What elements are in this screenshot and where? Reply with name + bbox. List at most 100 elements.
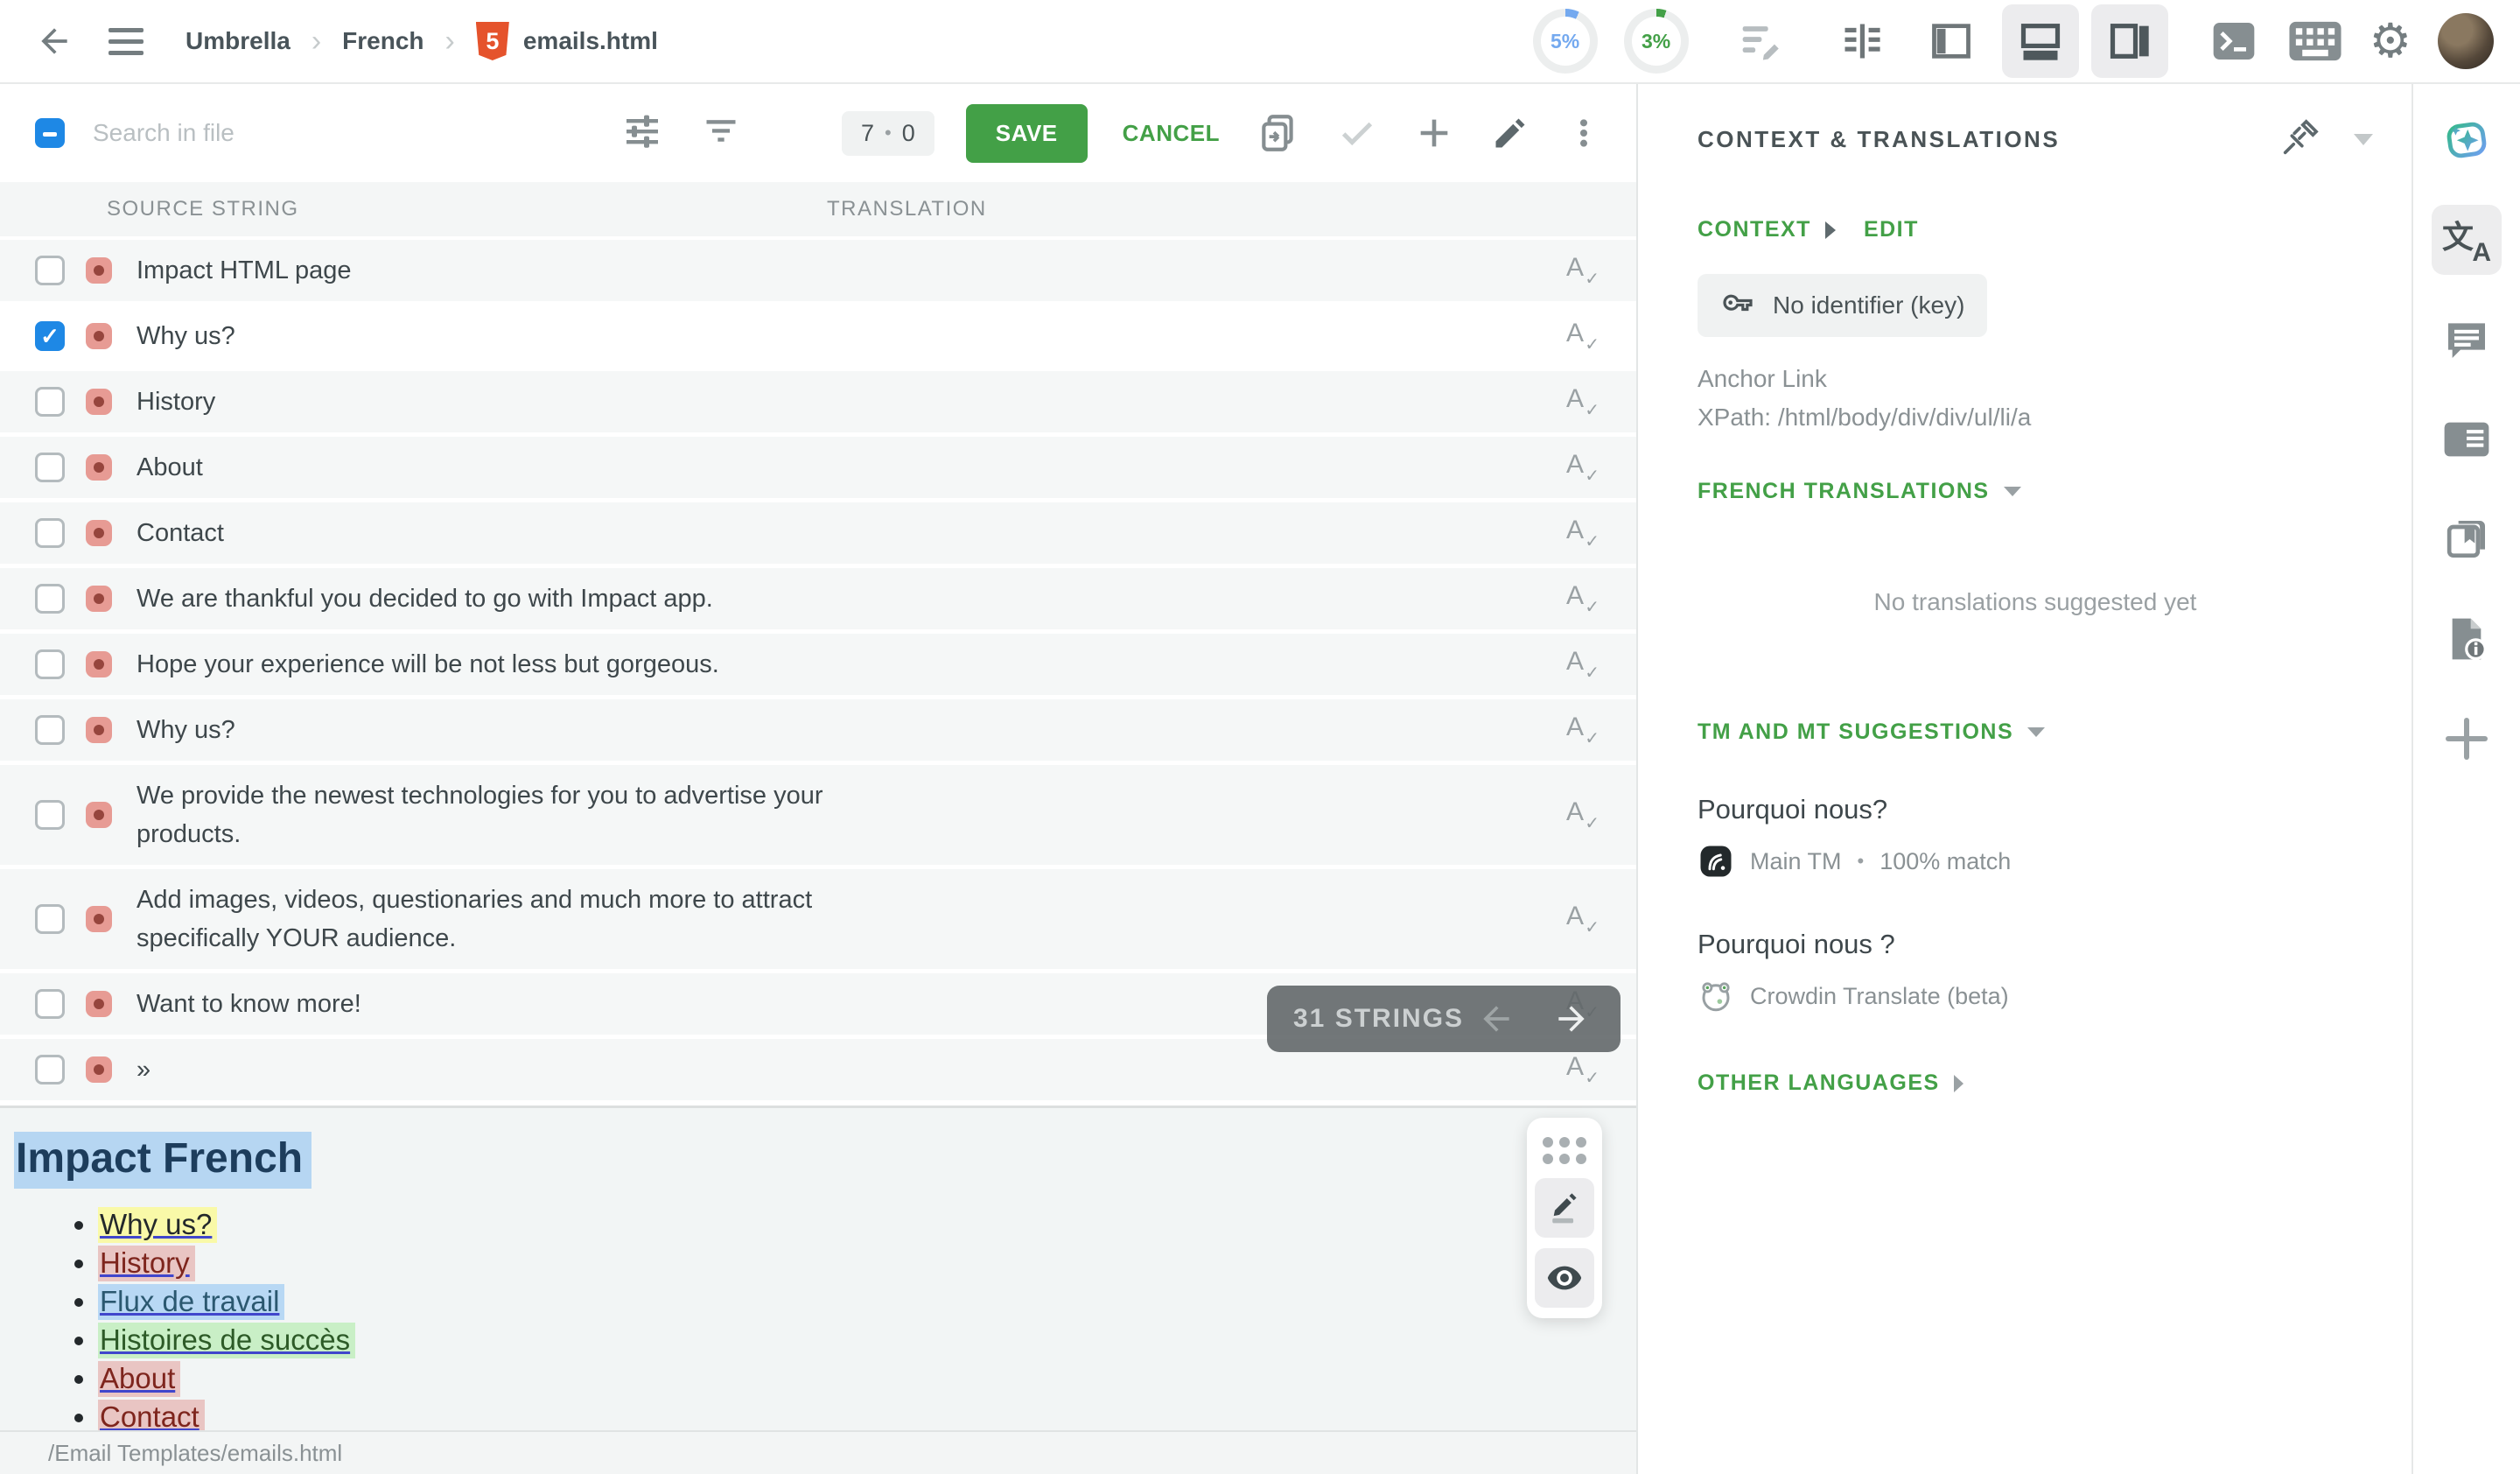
source-string-text: Hope your experience will be not less bu… [136,645,719,684]
back-button[interactable] [30,17,79,66]
spellcheck-icon[interactable] [1564,448,1600,487]
keyboard-shortcuts-icon[interactable] [2287,18,2343,64]
ai-assistant-icon[interactable] [2432,105,2502,175]
preview-link[interactable]: Contact [98,1400,205,1430]
tm-suggestion[interactable]: Pourquoi nous? Main TM • 100% match [1698,794,2373,880]
copy-source-icon[interactable] [1256,111,1300,155]
breadcrumb-project[interactable]: Umbrella [186,27,290,55]
breadcrumb-file[interactable]: emails.html [476,22,658,60]
key-icon [1720,288,1755,323]
translations-panel-icon[interactable]: 文A [2432,205,2502,275]
translated-progress-ring[interactable]: 5% [1533,9,1598,74]
row-checkbox[interactable] [35,800,65,830]
terms-panel-icon[interactable] [2432,404,2502,474]
spellcheck-icon[interactable] [1564,900,1600,938]
table-row[interactable]: Contact [0,502,1636,564]
previous-page-icon[interactable] [1474,1000,1519,1038]
context-expand-icon[interactable] [1825,221,1836,239]
row-checkbox[interactable] [35,256,65,285]
add-panel-icon[interactable] [2432,704,2502,774]
collapse-panel-icon[interactable] [2354,134,2373,145]
user-avatar[interactable] [2438,13,2494,69]
preview-link[interactable]: History [98,1246,195,1281]
approve-icon[interactable] [1337,113,1377,153]
settings-gear-icon[interactable]: ⚙ [2370,18,2412,65]
row-checkbox[interactable] [35,715,65,745]
select-all-checkbox[interactable] [35,118,65,148]
drag-handle-icon[interactable] [1543,1130,1586,1168]
preview-link[interactable]: Flux de travail [98,1284,284,1320]
table-row[interactable]: Why us? [0,699,1636,761]
advanced-filter-icon[interactable] [621,110,663,157]
filter-icon[interactable] [702,112,740,155]
french-translations-section-header[interactable]: FRENCH TRANSLATIONS [1698,479,2373,504]
spellcheck-icon[interactable] [1564,514,1600,552]
row-checkbox[interactable] [35,518,65,548]
table-row[interactable]: Why us? [0,305,1636,367]
save-button[interactable]: SAVE [966,104,1088,163]
bottom-panel-view-icon[interactable] [2002,4,2079,78]
mt-suggestion[interactable]: Pourquoi nous ? Crowdin Translate (beta) [1698,929,2373,1014]
search-input[interactable] [93,119,583,147]
row-checkbox[interactable] [35,904,65,934]
tm-mt-suggestions-section-header[interactable]: TM AND MT SUGGESTIONS [1698,719,2373,745]
preview-tools-card [1527,1118,1602,1318]
glossary-panel-icon[interactable] [2432,504,2502,574]
row-checkbox[interactable] [35,387,65,417]
preview-eye-button[interactable] [1535,1248,1594,1308]
comments-panel-icon[interactable] [2432,305,2502,375]
row-checkbox[interactable] [35,453,65,482]
more-options-icon[interactable] [1566,113,1601,153]
source-string-text: Why us? [136,317,235,355]
source-string-text: About [136,448,203,487]
menu-icon[interactable] [102,17,150,66]
add-string-icon[interactable] [1414,113,1454,153]
table-row[interactable]: History [0,371,1636,432]
row-checkbox[interactable] [35,584,65,614]
breadcrumb-language[interactable]: French [342,27,424,55]
edit-pencil-icon[interactable] [1491,114,1530,152]
table-row[interactable]: Add images, videos, questionaries and mu… [0,869,1636,969]
preview-list-item: Contact [98,1398,1636,1430]
other-languages-link[interactable]: OTHER LANGUAGES [1698,1070,2373,1096]
left-panel-view-icon[interactable] [1913,4,1990,78]
source-string-text: Add images, videos, questionaries and mu… [136,881,845,958]
preview-link[interactable]: Histoires de succès [98,1323,355,1358]
source-string-text: We are thankful you decided to go with I… [136,579,713,618]
table-row[interactable]: Impact HTML page [0,240,1636,301]
breadcrumb-file-label: emails.html [523,27,658,55]
spellcheck-icon[interactable] [1564,317,1600,355]
right-panel-view-icon[interactable] [2091,4,2168,78]
cancel-button[interactable]: CANCEL [1123,120,1220,147]
row-checkbox[interactable] [35,649,65,679]
source-string-text: We provide the newest technologies for y… [136,776,845,853]
highlight-edit-button[interactable] [1535,1178,1594,1238]
spellcheck-icon[interactable] [1564,711,1600,749]
spellcheck-icon[interactable] [1564,1050,1600,1089]
unpin-icon[interactable] [2278,119,2319,159]
row-checkbox[interactable] [35,1055,65,1084]
spellcheck-icon[interactable] [1564,251,1600,290]
draft-notes-icon[interactable] [1734,16,1785,67]
spellcheck-icon[interactable] [1564,645,1600,684]
spellcheck-icon[interactable] [1564,796,1600,834]
context-tab[interactable]: CONTEXT [1698,217,1811,242]
table-row[interactable]: We are thankful you decided to go with I… [0,568,1636,629]
tm-source-label: Main TM [1750,848,1842,875]
file-info-panel-icon[interactable] [2432,604,2502,674]
table-row[interactable]: About [0,437,1636,498]
spellcheck-icon[interactable] [1564,579,1600,618]
next-page-icon[interactable] [1549,1000,1594,1038]
row-checkbox[interactable] [35,989,65,1019]
preview-link[interactable]: About [98,1361,180,1397]
approved-progress-ring[interactable]: 3% [1624,9,1689,74]
console-icon[interactable] [2207,17,2261,66]
edit-context-link[interactable]: EDIT [1864,217,1919,242]
row-checkbox[interactable] [35,321,65,351]
spellcheck-icon[interactable] [1564,383,1600,421]
table-row[interactable]: Hope your experience will be not less bu… [0,634,1636,695]
panel-title: CONTEXT & TRANSLATIONS [1698,126,2060,153]
side-by-side-view-icon[interactable] [1824,4,1900,78]
preview-link[interactable]: Why us? [98,1207,217,1243]
table-row[interactable]: We provide the newest technologies for y… [0,765,1636,865]
